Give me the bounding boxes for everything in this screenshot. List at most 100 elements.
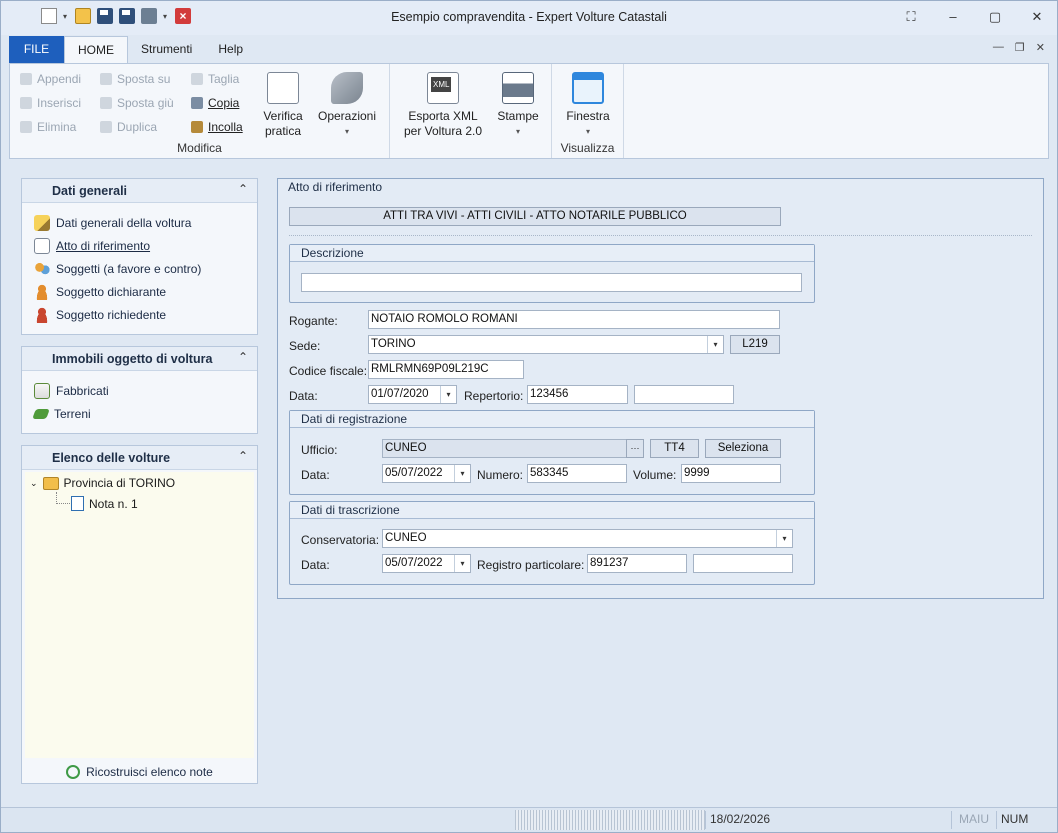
nav-soggetto-dichiarante[interactable]: Soggetto dichiarante <box>34 280 257 303</box>
atto-type-bar[interactable]: ATTI TRA VIVI - ATTI CIVILI - ATTO NOTAR… <box>289 207 781 226</box>
descrizione-input[interactable] <box>301 273 802 292</box>
mdi-restore-icon[interactable]: ❐ <box>1015 41 1025 54</box>
copia-label: Copia <box>208 96 240 110</box>
verifica-label-1: Verifica <box>263 109 303 123</box>
tra-data-label: Data: <box>301 558 330 572</box>
tra-data-date-picker[interactable]: 05/07/2022 ▾ <box>382 554 471 573</box>
sede-label: Sede: <box>289 339 321 353</box>
chevron-up-icon[interactable]: ⌃ <box>238 449 248 463</box>
refresh-icon <box>66 765 81 779</box>
nav-atto-di-riferimento[interactable]: Atto di riferimento <box>34 234 257 257</box>
mdi-close-icon[interactable]: ✕ <box>1036 41 1045 54</box>
tab-home[interactable]: HOME <box>64 36 128 63</box>
arrow-up-icon <box>100 73 112 85</box>
finestra-button[interactable]: Finestra ▾ <box>558 72 618 139</box>
reg-data-date-picker[interactable]: 05/07/2022 ▾ <box>382 464 471 483</box>
window-controls: ⛶ – ▢ ✕ <box>901 7 1047 27</box>
panel-header[interactable]: Elenco delle volture ⌃ <box>22 446 257 470</box>
group-visualizza: Finestra ▾ Visualizza <box>552 64 624 158</box>
status-caps: MAIU <box>959 812 989 826</box>
incolla-button[interactable]: Incolla <box>191 117 243 137</box>
panel-header[interactable]: Immobili oggetto di voltura ⌃ <box>22 347 257 371</box>
conservatoria-select[interactable]: CUNEO ▾ <box>382 529 793 548</box>
seleziona-button[interactable]: Seleziona <box>705 439 781 458</box>
volume-input[interactable]: 9999 <box>681 464 781 483</box>
duplica-button[interactable]: Duplica <box>100 117 157 137</box>
sede-value: TORINO <box>371 338 416 350</box>
panel-header[interactable]: Dati generali ⌃ <box>22 179 257 203</box>
taglia-label: Taglia <box>208 72 240 86</box>
rogante-input[interactable]: NOTAIO ROMOLO ROMANI <box>368 310 780 329</box>
registro-particolare-input[interactable]: 891237 <box>587 554 687 573</box>
appendi-button[interactable]: Appendi <box>20 69 81 89</box>
conservatoria-value: CUNEO <box>385 532 427 544</box>
tab-help[interactable]: Help <box>205 36 256 63</box>
rogante-label: Rogante: <box>289 314 338 328</box>
house-icon <box>34 382 50 399</box>
mdi-minimize-icon[interactable]: — <box>993 41 1004 54</box>
data-date-picker[interactable]: 01/07/2020 ▾ <box>368 385 457 404</box>
tab-file[interactable]: FILE <box>9 36 64 63</box>
close-button[interactable]: ✕ <box>1027 7 1047 27</box>
expand-icon[interactable]: ⌄ <box>30 478 38 489</box>
elimina-label: Elimina <box>37 120 77 134</box>
copia-button[interactable]: Copia <box>191 93 239 113</box>
sposta-su-button[interactable]: Sposta su <box>100 69 170 89</box>
repertorio-input[interactable]: 123456 <box>527 385 628 404</box>
group-export: Esporta XML per Voltura 2.0 Stampe ▾ <box>390 64 552 158</box>
chevron-down-icon[interactable]: ▾ <box>454 465 470 482</box>
nav-fabbricati[interactable]: Fabbricati <box>34 379 257 402</box>
taglia-button[interactable]: Taglia <box>191 69 239 89</box>
nav-soggetto-richiedente[interactable]: Soggetto richiedente <box>34 303 257 326</box>
tree-node-nota[interactable]: Nota n. 1 <box>71 496 138 511</box>
sposta-giu-button[interactable]: Sposta giù <box>100 93 174 113</box>
panel-title: Dati generali <box>52 184 128 198</box>
chevron-down-icon[interactable]: ▾ <box>707 336 723 353</box>
verifica-pratica-button[interactable]: Verifica pratica <box>257 72 309 139</box>
maximize-button[interactable]: ▢ <box>985 7 1005 27</box>
chevron-up-icon[interactable]: ⌃ <box>238 182 248 196</box>
esporta-xml-button[interactable]: Esporta XML per Voltura 2.0 <box>398 72 488 139</box>
numero-label: Numero: <box>477 468 524 482</box>
group-label-visualizza: Visualizza <box>560 141 615 155</box>
nav-soggetti[interactable]: Soggetti (a favore e contro) <box>34 257 257 280</box>
conservatoria-label: Conservatoria: <box>301 533 380 547</box>
operazioni-button[interactable]: Operazioni ▾ <box>313 72 381 139</box>
checklist-icon <box>267 72 299 104</box>
tree-node-label: Provincia di TORINO <box>63 476 176 490</box>
minus-icon <box>20 121 32 133</box>
window-title: Esempio compravendita - Expert Volture C… <box>391 10 667 24</box>
numero-input[interactable]: 583345 <box>527 464 627 483</box>
repertorio-extra-input[interactable] <box>634 385 734 404</box>
sede-select[interactable]: TORINO ▾ <box>368 335 724 354</box>
elimina-button[interactable]: Elimina <box>20 117 76 137</box>
rebuild-label: Ricostruisci elenco note <box>86 765 213 779</box>
tree-connector <box>56 492 70 504</box>
chevron-down-icon[interactable]: ▾ <box>776 530 792 547</box>
stampe-button[interactable]: Stampe ▾ <box>490 72 546 139</box>
chevron-up-icon[interactable]: ⌃ <box>238 350 248 364</box>
registro-extra-input[interactable] <box>693 554 793 573</box>
minimize-button[interactable]: – <box>943 7 963 27</box>
reg-data-label: Data: <box>301 468 330 482</box>
ellipsis-button[interactable]: ··· <box>626 439 644 458</box>
arrow-down-icon <box>100 97 112 109</box>
app-window: ▾ ▾ × Esempio compravendita - Expert Vol… <box>0 0 1058 833</box>
rebuild-list-button[interactable]: Ricostruisci elenco note <box>22 765 257 779</box>
nav-dati-generali-voltura[interactable]: Dati generali della voltura <box>34 211 257 234</box>
operazioni-label: Operazioni <box>317 109 377 123</box>
nav-terreni[interactable]: Terreni <box>32 402 257 425</box>
nav-label: Terreni <box>54 406 91 421</box>
chevron-down-icon[interactable]: ▾ <box>454 555 470 572</box>
fullscreen-icon[interactable]: ⛶ <box>901 7 921 27</box>
codice-fiscale-input[interactable]: RMLRMN69P09L219C <box>368 360 524 379</box>
tree-node-provincia[interactable]: ⌄ Provincia di TORINO <box>30 476 175 490</box>
ribbon: Appendi Inserisci Elimina Sposta su Spos… <box>9 63 1049 159</box>
chevron-down-icon[interactable]: ▾ <box>440 386 456 403</box>
tab-strumenti[interactable]: Strumenti <box>128 36 205 63</box>
group-modifica: Appendi Inserisci Elimina Sposta su Spos… <box>10 64 390 158</box>
inserisci-button[interactable]: Inserisci <box>20 93 81 113</box>
xml-file-icon <box>427 72 459 104</box>
panel-immobili: Immobili oggetto di voltura ⌃ Fabbricati… <box>21 346 258 434</box>
tree-node-label: Nota n. 1 <box>89 496 138 511</box>
